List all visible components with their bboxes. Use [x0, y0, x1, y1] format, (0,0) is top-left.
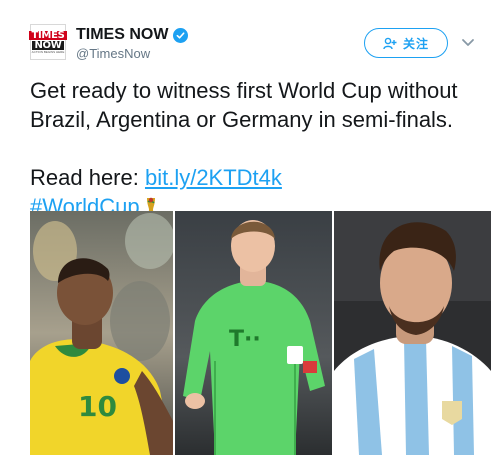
follow-button[interactable]: 关注 [364, 28, 448, 58]
add-user-icon [383, 37, 397, 49]
tweet-text: Get ready to witness first World Cup wit… [30, 76, 490, 221]
tweet-text-line-1: Get ready to witness first World Cup wit… [30, 78, 458, 103]
brazil-jersey-number: 10 [78, 390, 117, 423]
article-link[interactable]: bit.ly/2KTDt4k [145, 165, 282, 190]
chevron-down-icon[interactable] [460, 34, 476, 50]
germany-jersey-sponsor: T·· [229, 327, 261, 352]
germany-goalkeeper-image: T·· [175, 211, 332, 455]
argentina-player-image [334, 211, 491, 455]
tweet-text-spacer [30, 134, 490, 163]
tweet-text-line-2: Brazil, Argentina or Germany in semi-fin… [30, 107, 454, 132]
avatar-logo-bottom: NOW [32, 39, 64, 51]
verified-badge-icon [173, 27, 189, 43]
brazil-player-image: 10 [30, 211, 173, 455]
account-name[interactable]: TIMES NOW [76, 26, 189, 44]
photo-germany-goalkeeper[interactable]: T·· [175, 211, 332, 455]
avatar-tagline: ACTION BEGINS HERE [31, 49, 65, 54]
avatar-logo-top: TIMES [29, 29, 67, 41]
read-here-line: Read here: bit.ly/2KTDt4k [30, 163, 490, 192]
times-now-avatar[interactable]: TIMES NOW ACTION BEGINS HERE [29, 24, 67, 60]
account-name-text: TIMES NOW [76, 26, 169, 43]
photo-argentina-player[interactable] [334, 211, 491, 455]
tweet-media[interactable]: 10 T·· [30, 211, 491, 455]
follow-button-label: 关注 [402, 36, 429, 51]
account-handle[interactable]: @TimesNow [76, 46, 150, 61]
photo-brazil-player[interactable]: 10 [30, 211, 173, 455]
read-here-label: Read here: [30, 165, 145, 190]
tweet-header: TIMES NOW ACTION BEGINS HERE TIMES NOW @… [0, 0, 500, 64]
